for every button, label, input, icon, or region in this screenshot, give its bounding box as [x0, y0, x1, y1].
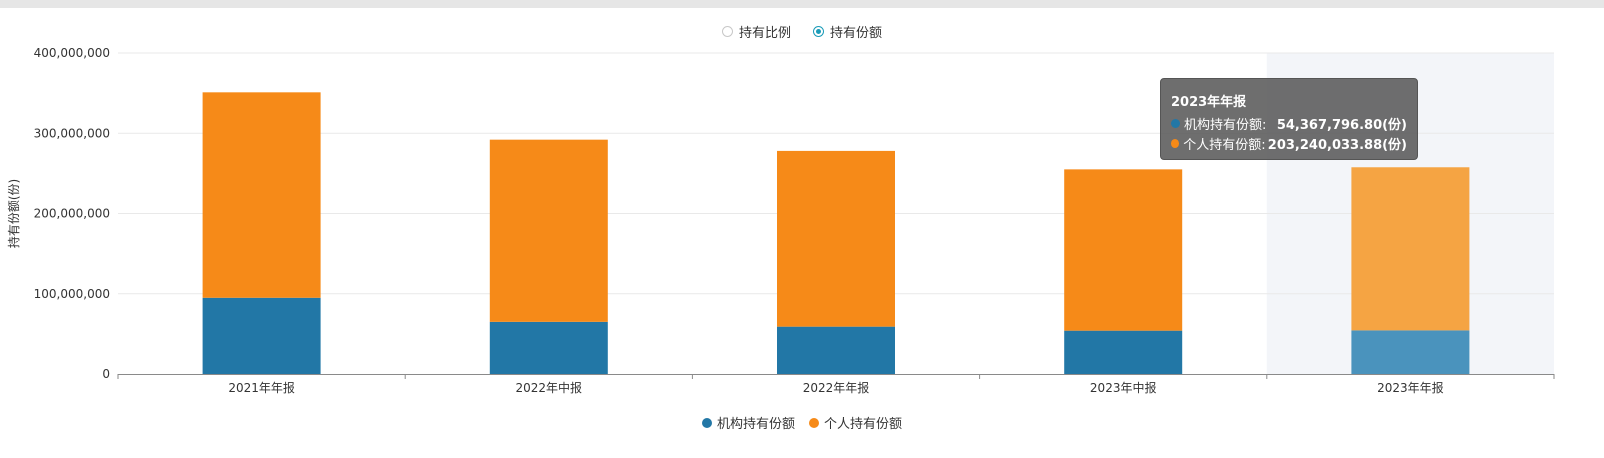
tooltip-dot-icon	[1171, 138, 1180, 148]
tooltip-row-institution: 机构持有份额: 54,367,796.80(份)	[1171, 113, 1407, 133]
stacked-bar-chart: 0 100,000,000 200,000,000 300,000,000 400,00…	[6, 46, 1555, 395]
y-tick-label: 0	[102, 367, 110, 381]
bar-individual[interactable]	[202, 92, 321, 298]
legend-item-individual[interactable]: 个人持有份额	[809, 413, 902, 432]
tooltip-value: 54,367,796.80(份)	[1276, 117, 1407, 133]
tooltip-label: 个人持有份额:	[1183, 137, 1266, 153]
x-tick-label: 2022年中报	[516, 380, 583, 395]
bar-individual[interactable]	[777, 150, 895, 327]
tooltip-value: 203,240,033.88(份)	[1267, 137, 1407, 153]
y-tick-label: 100,000,000	[34, 287, 110, 301]
bar-individual[interactable]	[1351, 167, 1470, 331]
bar-institution[interactable]	[777, 326, 895, 374]
tooltip-label: 机构持有份额:	[1184, 117, 1267, 133]
chart-legend: 机构持有份额 个人持有份额	[0, 413, 1604, 432]
bar-individual[interactable]	[1064, 169, 1183, 331]
bar-institution[interactable]	[489, 321, 608, 374]
bar-institution[interactable]	[1064, 330, 1183, 374]
y-axis-label: 持有份额(份)	[6, 179, 21, 248]
tooltip-dot-icon	[1171, 118, 1180, 128]
y-tick-label: 400,000,000	[34, 46, 110, 60]
x-tick-label: 2022年年报	[803, 380, 870, 395]
y-tick-label: 200,000,000	[34, 207, 110, 221]
legend-dot-icon	[809, 417, 819, 428]
legend-item-institution[interactable]: 机构持有份额	[701, 413, 795, 432]
bar-institution[interactable]	[202, 297, 321, 374]
x-tick-label: 2023年中报	[1090, 380, 1157, 395]
legend-label-individual: 个人持有份额	[824, 417, 903, 432]
legend-label-institution: 机构持有份额	[716, 417, 795, 432]
bar-institution[interactable]	[1351, 330, 1470, 374]
chart-tooltip: 2023年年报 机构持有份额: 54,367,796.80(份) 个人持有份额:…	[1160, 78, 1418, 160]
legend-dot-icon	[701, 417, 712, 428]
bar-individual[interactable]	[489, 139, 608, 322]
x-tick-label: 2023年年报	[1377, 380, 1444, 395]
y-tick-label: 300,000,000	[34, 126, 110, 140]
x-tick-label: 2021年年报	[228, 380, 295, 395]
tooltip-row-individual: 个人持有份额: 203,240,033.88(份)	[1171, 133, 1407, 153]
tooltip-title: 2023年年报	[1171, 95, 1247, 110]
